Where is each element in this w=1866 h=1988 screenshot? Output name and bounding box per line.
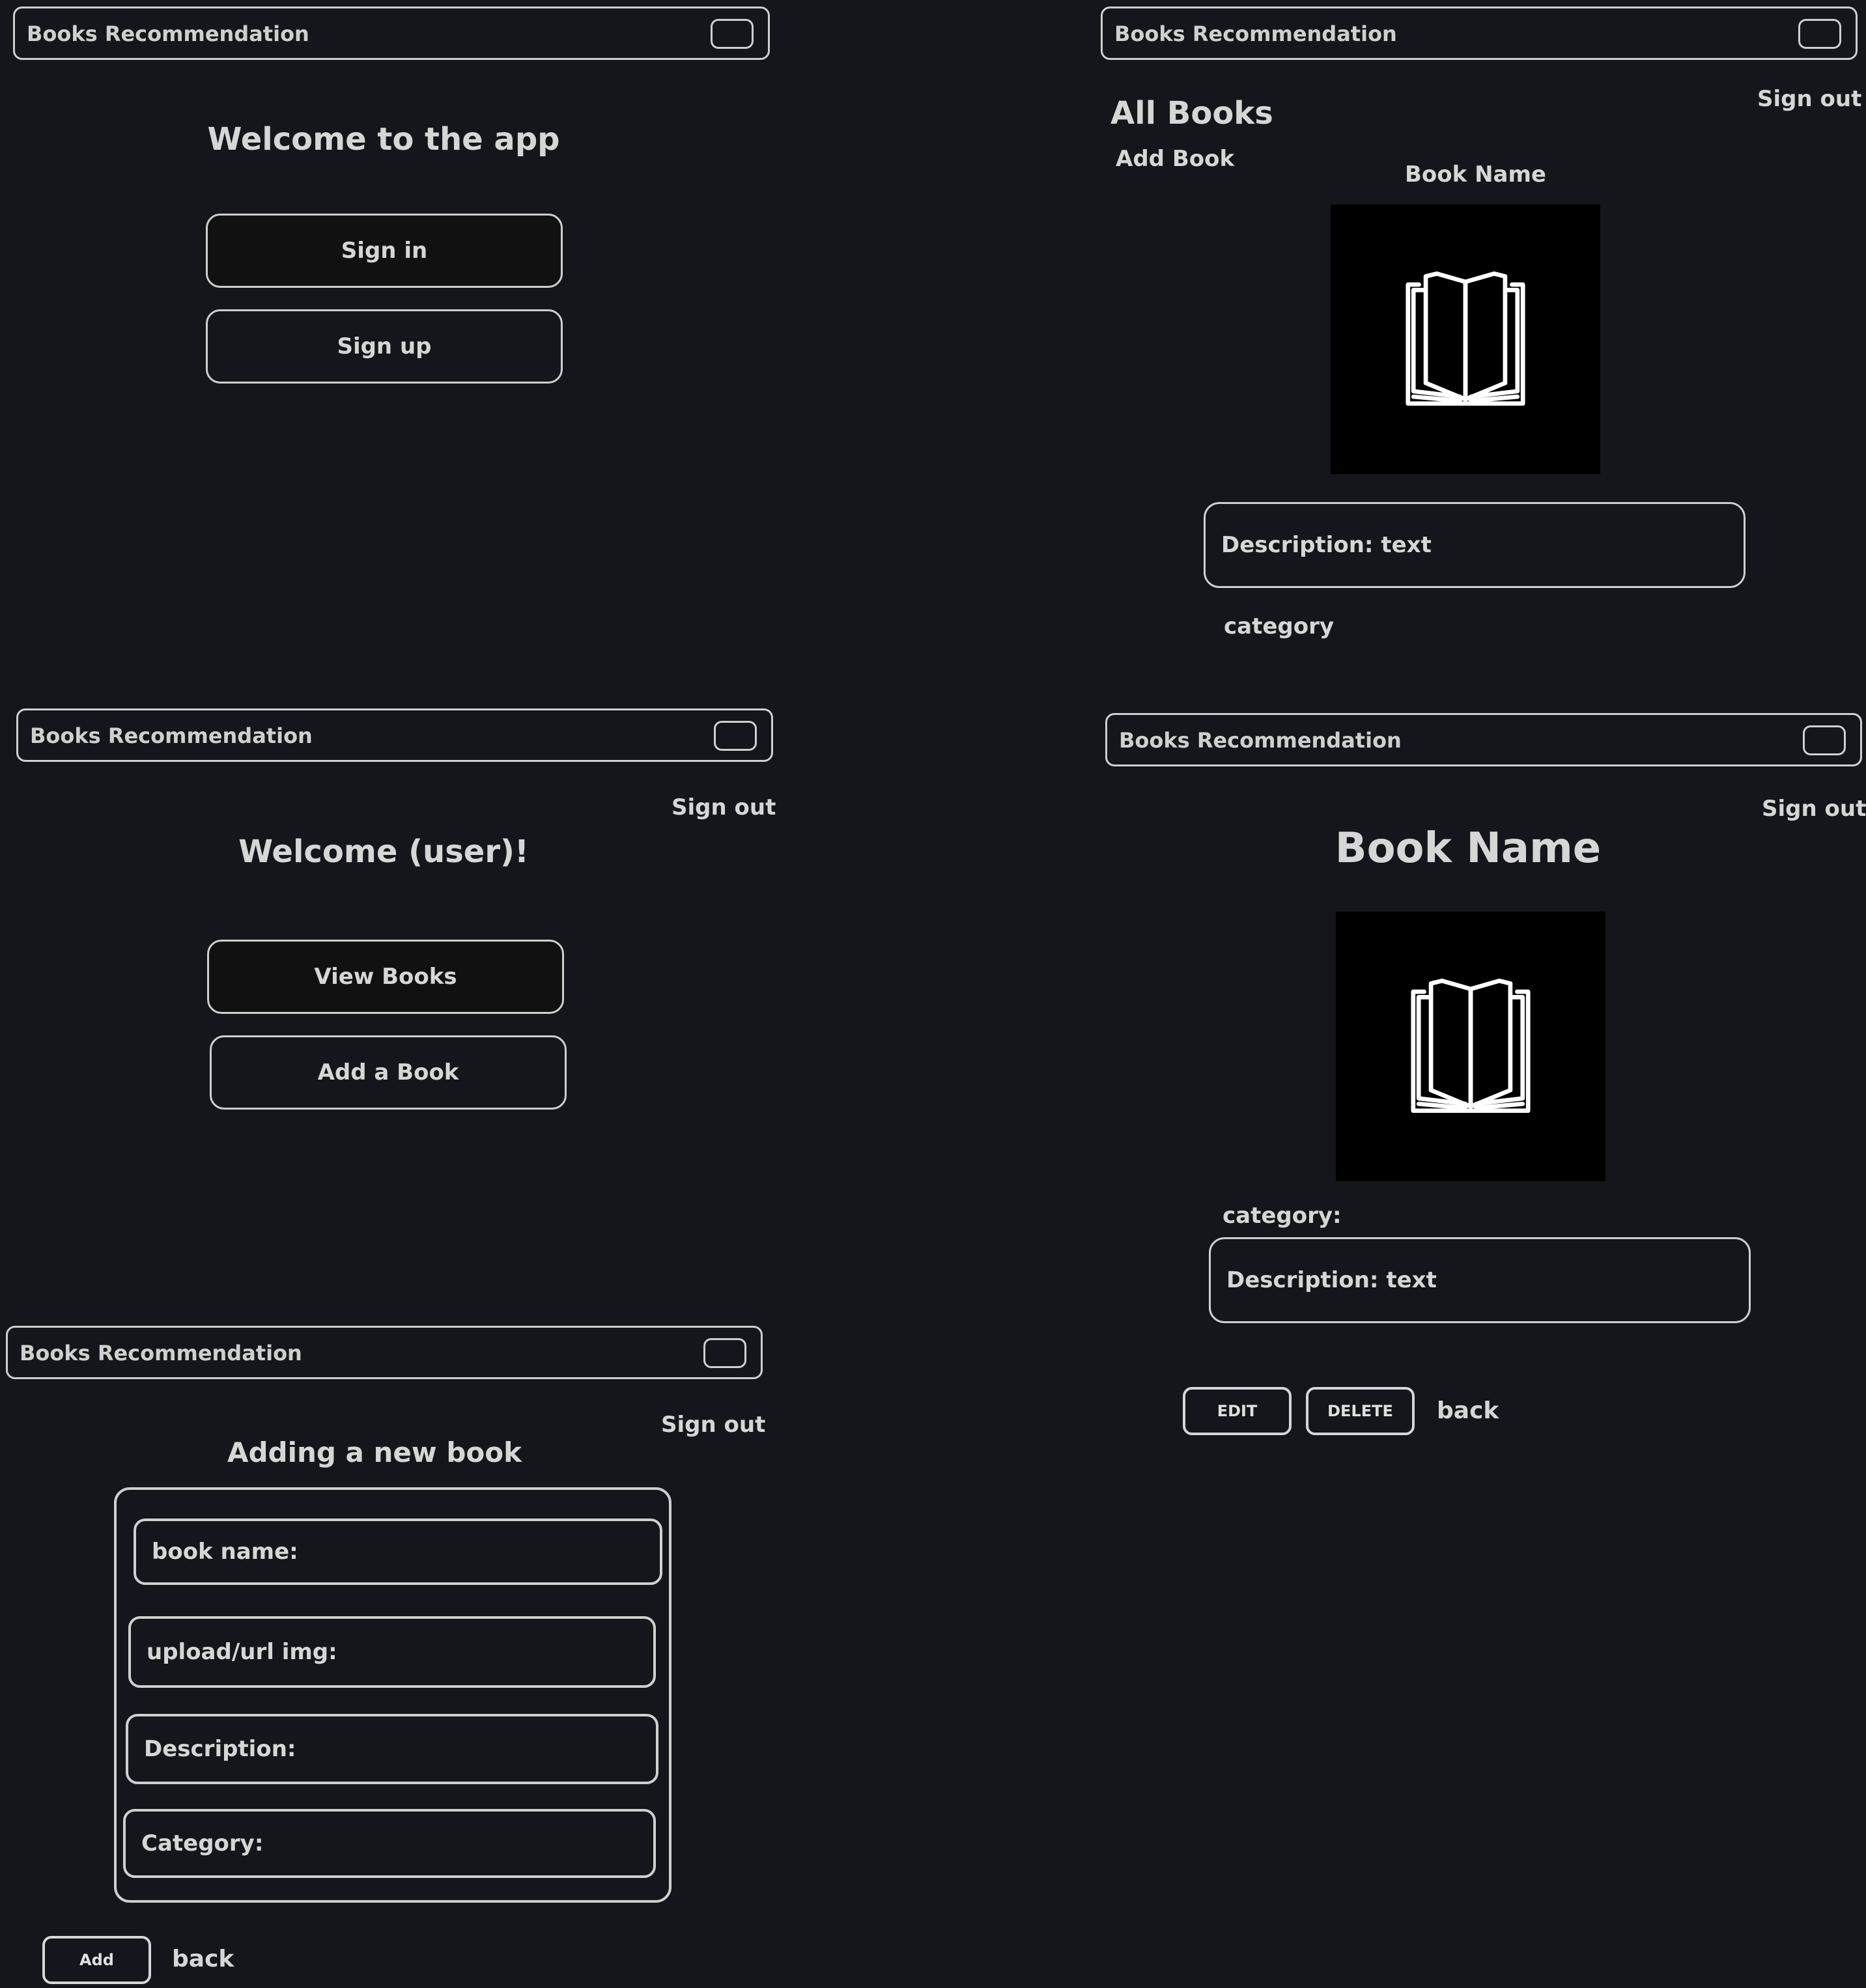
app-bar: Books Recommendation (6, 1326, 763, 1379)
book-name-label[interactable]: Book Name (1405, 161, 1546, 188)
add-book-link[interactable]: Add Book (1116, 146, 1234, 172)
add-a-book-button[interactable]: Add a Book (210, 1035, 567, 1110)
menu-icon[interactable] (714, 721, 757, 751)
menu-icon[interactable] (703, 1338, 746, 1368)
app-title: Books Recommendation (1119, 728, 1402, 753)
sign-out-link[interactable]: Sign out (1757, 86, 1861, 112)
back-link[interactable]: back (172, 1946, 234, 1972)
category-label: category: (1223, 1203, 1342, 1229)
menu-icon[interactable] (1798, 19, 1841, 49)
description-box: Description: text (1204, 502, 1746, 588)
image-url-field[interactable]: upload/url img: (128, 1616, 656, 1688)
sign-out-link[interactable]: Sign out (661, 1412, 765, 1438)
app-bar: Books Recommendation (1105, 713, 1862, 766)
add-button[interactable]: Add (42, 1936, 151, 1984)
sign-in-button[interactable]: Sign in (206, 214, 563, 288)
app-title: Books Recommendation (30, 723, 313, 748)
description-text: Description: text (1226, 1267, 1437, 1293)
page-title: Book Name (1335, 824, 1602, 873)
add-book-form: book name: upload/url img: Description: … (114, 1487, 671, 1903)
app-title: Books Recommendation (1114, 21, 1397, 46)
app-bar: Books Recommendation (1101, 7, 1858, 60)
page-title: All Books (1110, 95, 1273, 132)
view-books-button[interactable]: View Books (207, 940, 564, 1014)
sign-out-link[interactable]: Sign out (671, 794, 776, 820)
menu-icon[interactable] (1803, 725, 1846, 755)
field-label: upload/url img: (147, 1639, 337, 1665)
description-field[interactable]: Description: (126, 1714, 658, 1784)
app-title: Books Recommendation (20, 1341, 302, 1365)
menu-icon[interactable] (711, 19, 754, 49)
book-cover-image[interactable] (1331, 204, 1600, 474)
category-label: category (1224, 613, 1335, 639)
description-box: Description: text (1209, 1237, 1751, 1323)
page-title: Welcome (user)! (238, 833, 529, 870)
field-label: Description: (144, 1736, 296, 1762)
sign-out-link[interactable]: Sign out (1762, 796, 1866, 822)
field-label: book name: (152, 1539, 298, 1565)
book-name-field[interactable]: book name: (134, 1519, 662, 1585)
page-title: Welcome to the app (207, 121, 560, 158)
description-text: Description: text (1221, 532, 1432, 558)
delete-button[interactable]: DELETE (1306, 1387, 1415, 1435)
book-cover-image (1336, 912, 1605, 1181)
back-link[interactable]: back (1437, 1397, 1499, 1424)
page-title: Adding a new book (227, 1436, 522, 1468)
app-bar: Books Recommendation (16, 708, 773, 762)
app-title: Books Recommendation (27, 21, 309, 46)
open-book-icon (1411, 978, 1531, 1113)
app-bar: Books Recommendation (13, 7, 770, 60)
edit-button[interactable]: EDIT (1183, 1387, 1292, 1435)
open-book-icon (1406, 271, 1525, 406)
category-field[interactable]: Category: (123, 1809, 656, 1878)
field-label: Category: (141, 1830, 264, 1856)
sign-up-button[interactable]: Sign up (206, 309, 563, 384)
